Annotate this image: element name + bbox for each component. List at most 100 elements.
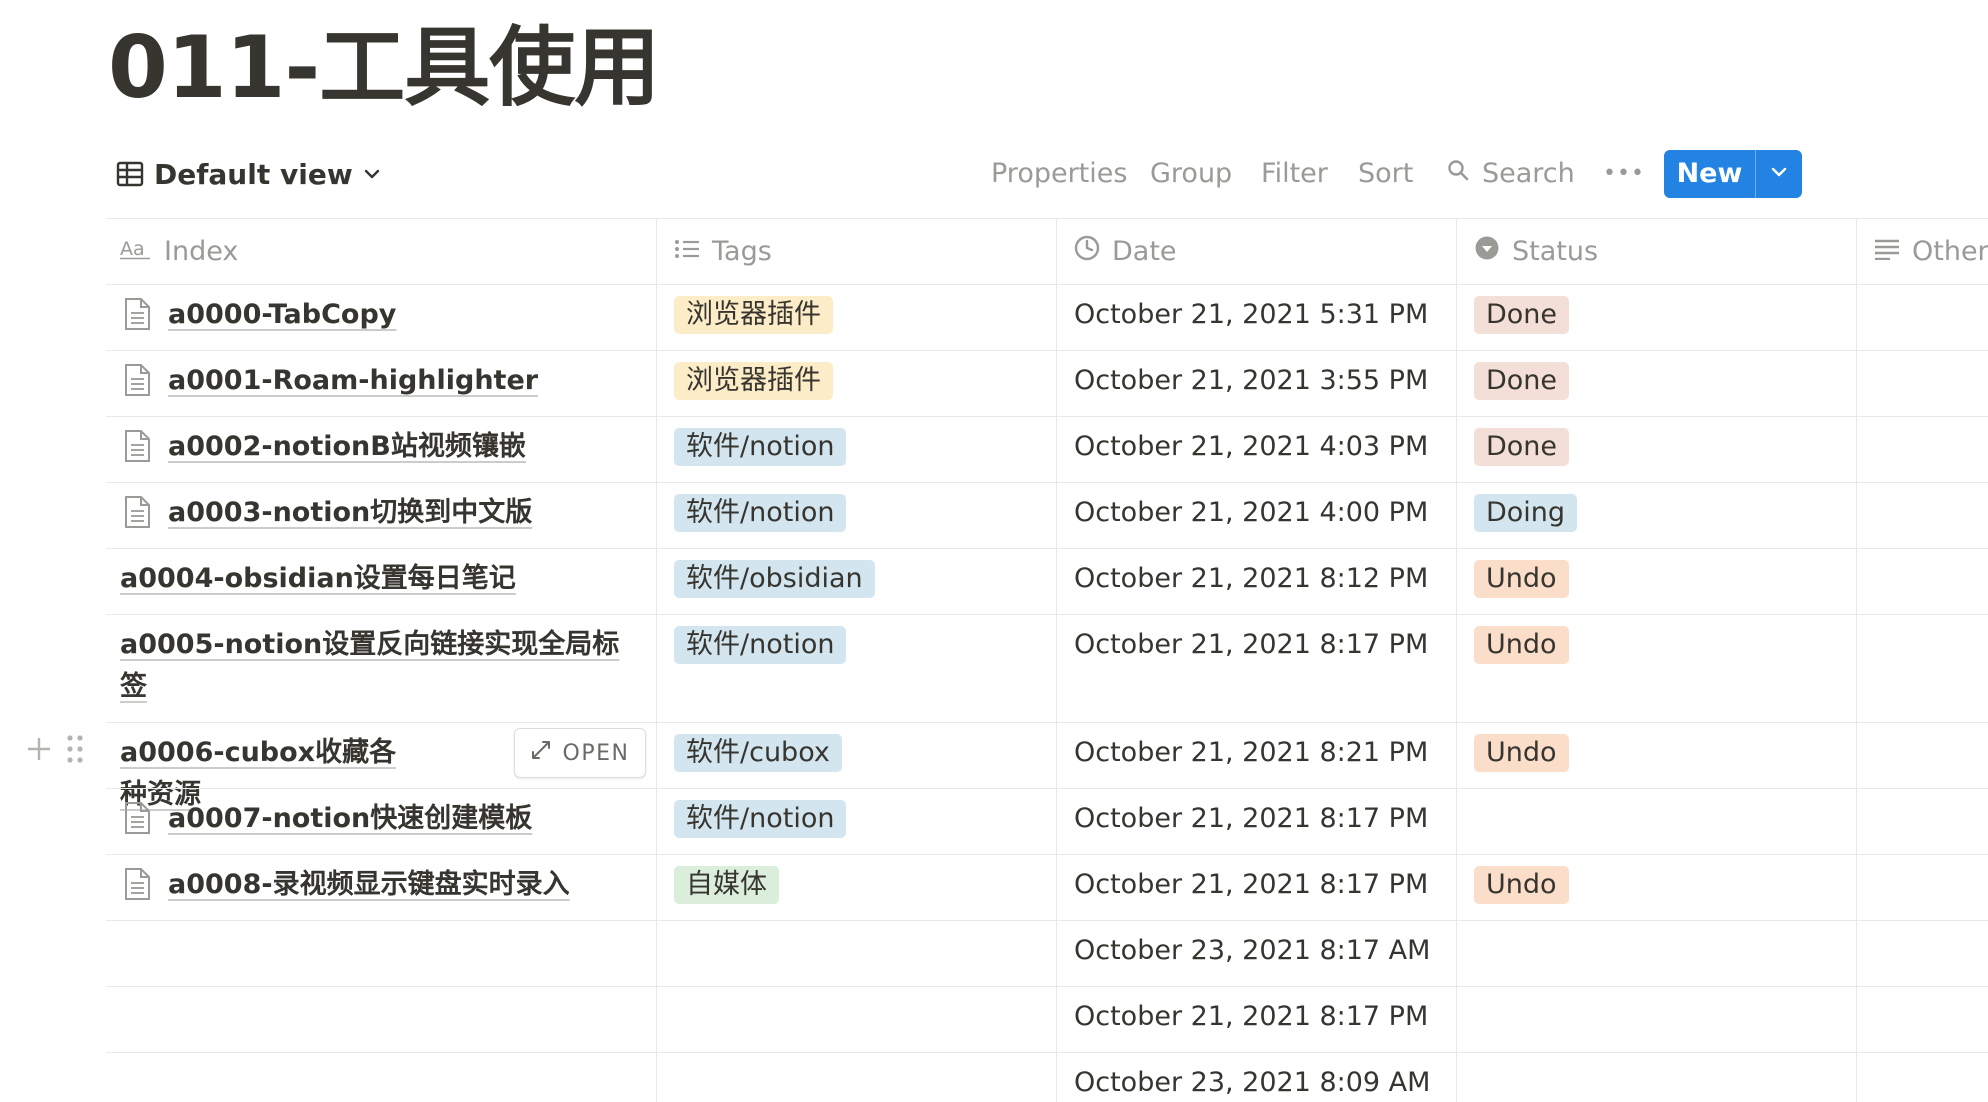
open-button[interactable]: OPEN: [514, 728, 646, 778]
view-selector[interactable]: Default view: [116, 148, 381, 200]
table-row[interactable]: a0006-cubox收藏各种资源 OPEN 软件/cubox October 21,…: [28, 722, 1988, 810]
status-cell[interactable]: [1456, 986, 1856, 1052]
index-cell[interactable]: a0008-录视频显示键盘实时录入: [106, 854, 656, 920]
index-cell[interactable]: a0003-notion切换到中文版: [106, 482, 656, 548]
date-cell[interactable]: October 21, 2021 8:17 PM: [1056, 788, 1456, 854]
search-label: Search: [1482, 158, 1575, 189]
tags-cell[interactable]: [656, 986, 1056, 1052]
status-cell[interactable]: Undo: [1456, 854, 1856, 920]
index-cell[interactable]: a0000-TabCopy: [106, 284, 656, 350]
date-cell[interactable]: October 21, 2021 8:17 PM: [1056, 854, 1456, 920]
index-cell[interactable]: a0002-notionB站视频镶嵌: [106, 416, 656, 482]
status-cell[interactable]: [1456, 920, 1856, 986]
tags-cell[interactable]: 自媒体: [656, 854, 1056, 920]
status-badge: Undo: [1474, 626, 1569, 664]
drag-handle-icon[interactable]: [66, 734, 84, 768]
table-row[interactable]: October 23, 2021 8:17 AM: [106, 920, 1988, 986]
table-row[interactable]: a0008-录视频显示键盘实时录入 自媒体 October 21, 2021 8:1…: [106, 854, 1988, 920]
page-icon: [120, 798, 154, 838]
table-row[interactable]: October 21, 2021 8:17 PM: [106, 986, 1988, 1052]
page-link[interactable]: a0002-notionB站视频镶嵌: [168, 426, 526, 468]
date-cell[interactable]: October 21, 2021 4:00 PM: [1056, 482, 1456, 548]
filter-button[interactable]: Filter: [1261, 148, 1328, 200]
tags-cell[interactable]: 软件/obsidian: [656, 548, 1056, 614]
column-header-index[interactable]: Aa Index: [120, 218, 238, 284]
search-button[interactable]: Search: [1446, 148, 1575, 200]
index-cell[interactable]: a0007-notion快速创建模板: [106, 788, 656, 854]
column-header-label: Index: [164, 235, 239, 267]
date-cell[interactable]: October 21, 2021 8:17 PM: [1056, 986, 1456, 1052]
table-row[interactable]: a0007-notion快速创建模板 软件/notion October 21, 2…: [106, 788, 1988, 854]
page-link[interactable]: a0001-Roam-highlighter: [168, 360, 538, 402]
date-cell[interactable]: October 21, 2021 8:12 PM: [1056, 548, 1456, 614]
index-cell[interactable]: a0005-notion设置反向链接实现全局标签: [106, 614, 656, 722]
tags-cell[interactable]: 软件/notion: [656, 482, 1056, 548]
tags-cell[interactable]: [656, 1052, 1056, 1102]
page-link[interactable]: a0007-notion快速创建模板: [168, 798, 532, 840]
date-cell[interactable]: October 21, 2021 5:31 PM: [1056, 284, 1456, 350]
status-cell[interactable]: Undo: [1456, 548, 1856, 614]
add-row-icon[interactable]: [26, 736, 52, 766]
page-link[interactable]: a0008-录视频显示键盘实时录入: [168, 864, 570, 906]
tag-badge: 浏览器插件: [674, 362, 833, 400]
index-cell[interactable]: a0006-cubox收藏各种资源 OPEN: [106, 722, 656, 810]
page-icon: [120, 360, 154, 400]
status-cell[interactable]: [1456, 788, 1856, 854]
date-cell[interactable]: October 21, 2021 3:55 PM: [1056, 350, 1456, 416]
column-header-label: Other: [1912, 235, 1988, 267]
tags-cell[interactable]: [656, 920, 1056, 986]
status-badge: Done: [1474, 428, 1570, 466]
date-cell[interactable]: October 23, 2021 8:09 AM: [1056, 1052, 1456, 1102]
status-cell[interactable]: Done: [1456, 416, 1856, 482]
date-cell[interactable]: October 21, 2021 8:17 PM: [1056, 614, 1456, 722]
database-toolbar: Default view Properties Group Filter Sor…: [108, 148, 1988, 200]
more-options-icon[interactable]: •••: [1603, 148, 1645, 200]
status-cell[interactable]: Done: [1456, 350, 1856, 416]
status-cell[interactable]: Doing: [1456, 482, 1856, 548]
index-cell[interactable]: a0004-obsidian设置每日笔记: [106, 548, 656, 614]
tags-cell[interactable]: 软件/notion: [656, 614, 1056, 722]
column-header-date[interactable]: Date: [1074, 218, 1177, 284]
table-row[interactable]: a0001-Roam-highlighter 浏览器插件 October 21, 2…: [106, 350, 1988, 416]
properties-button[interactable]: Properties: [991, 148, 1127, 200]
page-link[interactable]: a0005-notion设置反向链接实现全局标签: [120, 624, 638, 708]
tags-cell[interactable]: 浏览器插件: [656, 284, 1056, 350]
new-options-button[interactable]: [1756, 150, 1802, 198]
column-header-status[interactable]: Status: [1474, 218, 1598, 284]
table-row[interactable]: a0002-notionB站视频镶嵌 软件/notion October 21, 2…: [106, 416, 1988, 482]
date-cell[interactable]: October 23, 2021 8:17 AM: [1056, 920, 1456, 986]
table-row[interactable]: a0003-notion切换到中文版 软件/notion October 21, 2…: [106, 482, 1988, 548]
status-cell[interactable]: [1456, 1052, 1856, 1102]
tags-cell[interactable]: 浏览器插件: [656, 350, 1056, 416]
clock-icon: [1074, 235, 1100, 268]
date-cell[interactable]: October 21, 2021 8:21 PM: [1056, 722, 1456, 788]
index-cell[interactable]: [106, 1052, 656, 1102]
tags-cell[interactable]: 软件/notion: [656, 788, 1056, 854]
index-cell[interactable]: [106, 986, 656, 1052]
index-cell[interactable]: a0001-Roam-highlighter: [106, 350, 656, 416]
table-row[interactable]: a0000-TabCopy 浏览器插件 October 21, 2021 5:31 …: [106, 284, 1988, 350]
status-badge: Undo: [1474, 866, 1569, 904]
tag-badge: 软件/notion: [674, 428, 847, 466]
status-cell[interactable]: Done: [1456, 284, 1856, 350]
index-cell[interactable]: [106, 920, 656, 986]
view-label: Default view: [154, 157, 353, 191]
sort-button[interactable]: Sort: [1358, 148, 1413, 200]
tags-cell[interactable]: 软件/notion: [656, 416, 1056, 482]
status-badge: Done: [1474, 362, 1570, 400]
tags-cell[interactable]: 软件/cubox: [656, 722, 1056, 788]
table-row[interactable]: a0004-obsidian设置每日笔记 软件/obsidian October 2…: [106, 548, 1988, 614]
table-row[interactable]: a0005-notion设置反向链接实现全局标签 软件/notion October…: [106, 614, 1988, 722]
page-link[interactable]: a0000-TabCopy: [168, 294, 396, 336]
date-cell[interactable]: October 21, 2021 4:03 PM: [1056, 416, 1456, 482]
status-badge: Done: [1474, 296, 1570, 334]
table-row[interactable]: October 23, 2021 8:09 AM: [106, 1052, 1988, 1102]
column-header-tags[interactable]: Tags: [674, 218, 772, 284]
status-cell[interactable]: Undo: [1456, 614, 1856, 722]
page-link[interactable]: a0003-notion切换到中文版: [168, 492, 532, 534]
group-button[interactable]: Group: [1150, 148, 1232, 200]
status-cell[interactable]: Undo: [1456, 722, 1856, 788]
page-link[interactable]: a0004-obsidian设置每日笔记: [120, 558, 516, 600]
new-button[interactable]: New: [1664, 150, 1755, 198]
column-header-other[interactable]: Other: [1874, 218, 1988, 284]
